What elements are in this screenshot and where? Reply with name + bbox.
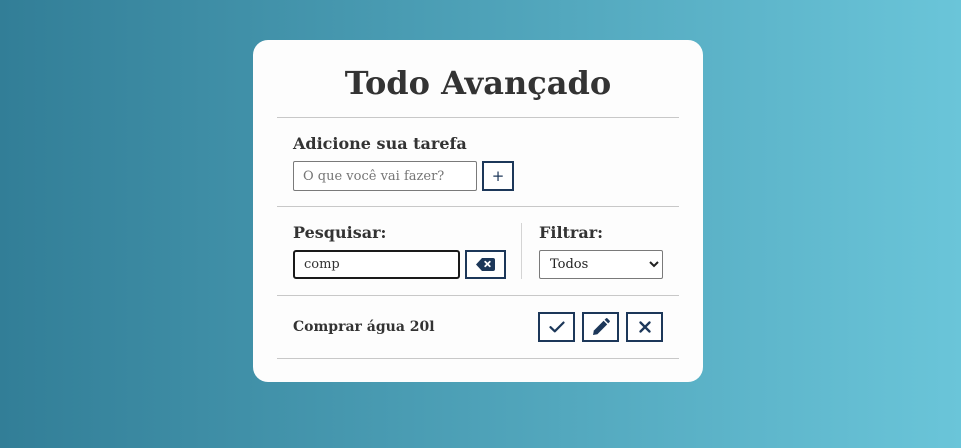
add-todo-input[interactable] <box>293 161 477 191</box>
todo-text: Comprar água 20l <box>293 319 435 335</box>
search-section: Pesquisar: <box>293 223 522 279</box>
todo-card: Todo Avançado Adicione sua tarefa + Pesq… <box>253 40 703 382</box>
filter-select[interactable]: Todos <box>539 250 663 279</box>
add-todo-form: Adicione sua tarefa + <box>277 118 679 206</box>
search-row <box>293 250 521 279</box>
divider <box>277 358 679 359</box>
add-todo-row: + <box>293 161 663 191</box>
remove-todo-button[interactable] <box>626 312 663 342</box>
todo-list: Comprar água 20l <box>277 296 679 359</box>
edit-todo-button[interactable] <box>582 312 619 342</box>
close-icon <box>638 321 651 333</box>
filter-label: Filtrar: <box>539 223 604 242</box>
search-input[interactable] <box>293 250 460 279</box>
check-icon <box>548 321 565 333</box>
page-title: Todo Avançado <box>344 64 612 102</box>
add-todo-button[interactable]: + <box>482 161 514 191</box>
todo-item: Comprar água 20l <box>277 296 679 358</box>
finish-todo-button[interactable] <box>538 312 575 342</box>
filter-section: Filtrar: Todos <box>522 223 663 279</box>
toolbar: Pesquisar: Filtrar: Todos <box>277 207 679 295</box>
backspace-icon <box>476 258 495 271</box>
search-label: Pesquisar: <box>293 223 387 242</box>
add-todo-label: Adicione sua tarefa <box>293 134 467 153</box>
pencil-icon <box>592 318 610 336</box>
todo-actions <box>531 312 663 342</box>
clear-search-button[interactable] <box>465 250 506 279</box>
